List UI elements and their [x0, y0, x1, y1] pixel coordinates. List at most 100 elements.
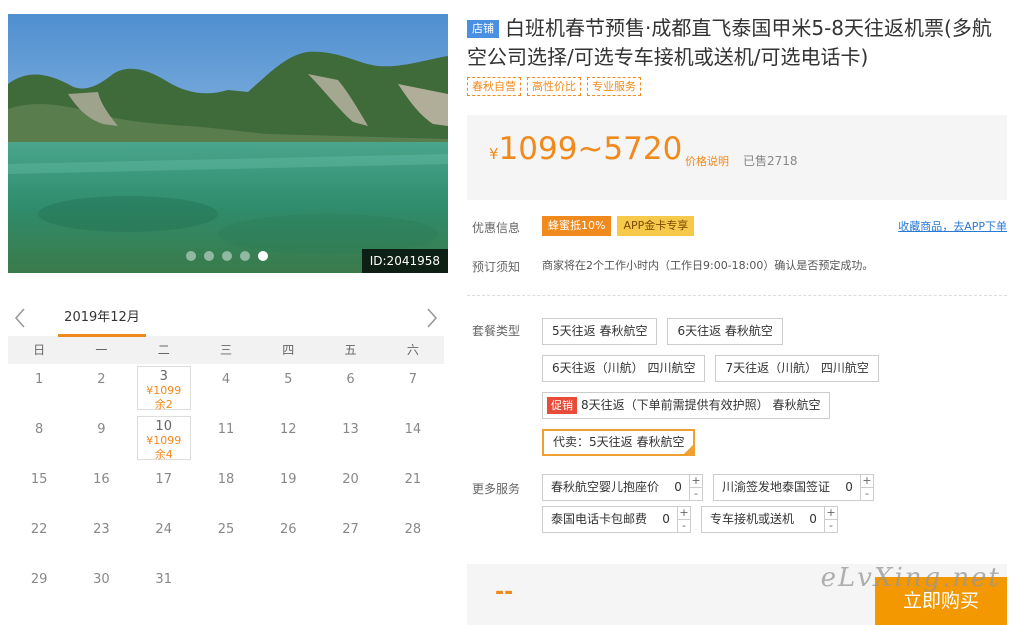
service-stepper: 川渝签发地泰国签证 0 + - — [713, 474, 875, 501]
weekday-label: 三 — [219, 343, 232, 357]
package-option[interactable]: 7天往返（川航） 四川航空 — [715, 355, 879, 382]
carousel-dot[interactable] — [222, 251, 232, 261]
minus-icon[interactable]: - — [861, 487, 874, 500]
day-number: 2 — [97, 372, 106, 387]
calendar-day: 12 — [257, 414, 319, 464]
promo-badge: APP金卡专享 — [617, 216, 695, 236]
weekday-label: 一 — [95, 343, 108, 357]
calendar-day: 6 — [319, 364, 381, 414]
weekday-label: 五 — [344, 343, 357, 357]
day-number: 30 — [93, 572, 110, 587]
calendar-month-tab[interactable]: 2019年12月 — [58, 300, 146, 337]
carousel-dot[interactable] — [204, 251, 214, 261]
minus-icon[interactable]: - — [678, 519, 691, 532]
calendar-day: 31 — [133, 564, 195, 614]
calendar-day: 4 — [195, 364, 257, 414]
price: ¥1099~5720 — [489, 131, 682, 167]
day-number: 19 — [280, 472, 297, 487]
calendar-day-available[interactable]: 3 ¥1099 余2 — [136, 366, 191, 411]
day-number: 16 — [93, 472, 110, 487]
calendar-day-available[interactable]: 10 ¥1099 余4 — [136, 416, 191, 461]
shop-badge: 店铺 — [467, 20, 499, 38]
calendar-day: 11 — [195, 414, 257, 464]
price-box: ¥1099~5720 价格说明 已售2718 — [467, 115, 1007, 200]
package-option[interactable]: 6天往返 春秋航空 — [667, 318, 783, 345]
plus-icon[interactable]: + — [690, 475, 702, 487]
service-options: 春秋航空婴儿抱座价 0 + - 川渝签发地泰国签证 0 + - 泰国电话卡包邮费 0… — [542, 474, 1007, 538]
product-photo[interactable]: ID:2041958 — [8, 14, 448, 273]
service-stepper: 泰国电话卡包邮费 0 + - — [542, 506, 692, 533]
service-name: 川渝签发地泰国签证 — [722, 480, 831, 494]
carousel-dot[interactable] — [186, 251, 196, 261]
service-count[interactable]: 0 — [655, 507, 677, 532]
day-number: 5 — [284, 372, 293, 387]
carousel-dot-active[interactable] — [258, 251, 268, 261]
calendar-weekday-bar: 日 一 二 三 四 五 六 — [8, 336, 444, 364]
promo-badge: 蜂蜜抵10% — [542, 216, 612, 236]
package-option[interactable]: 促销 8天往返（下单前需提供有效护照） 春秋航空 — [542, 392, 831, 419]
image-id-label: ID:2041958 — [361, 249, 448, 273]
weekday-label: 二 — [157, 343, 170, 357]
services-label: 更多服务 — [472, 482, 521, 496]
day-number: 23 — [93, 522, 110, 537]
day-number: 6 — [346, 372, 355, 387]
day-number: 24 — [155, 522, 172, 537]
minus-icon[interactable]: - — [690, 487, 703, 500]
day-number: 26 — [280, 522, 297, 537]
calendar-header: 2019年12月 — [8, 300, 444, 337]
carousel-dots — [186, 251, 268, 261]
day-number: 4 — [221, 372, 231, 387]
calendar-day: 24 — [133, 514, 195, 564]
weekday-label: 日 — [33, 343, 46, 357]
service-count[interactable]: 0 — [667, 475, 689, 500]
plus-icon[interactable]: + — [825, 507, 837, 519]
service-count[interactable]: 0 — [802, 507, 824, 532]
chevron-right-icon[interactable] — [424, 306, 440, 330]
day-number: 29 — [30, 572, 48, 587]
day-remaining: 余2 — [154, 398, 173, 411]
service-count[interactable]: 0 — [838, 475, 860, 500]
day-number: 27 — [342, 522, 359, 537]
calendar-grid: 1 2 3 ¥1099 余2 4 5 6 7 8 9 10 ¥1099 余4 11 12 13 14 15 16 17 1… — [8, 364, 444, 614]
plus-icon[interactable]: + — [678, 507, 690, 519]
calendar-day: 9 — [70, 414, 132, 464]
calendar-day: 19 — [257, 464, 319, 514]
day-number: 13 — [342, 422, 359, 437]
package-option[interactable]: 5天往返 春秋航空 — [542, 318, 658, 345]
product-tag: 春秋自营 — [467, 77, 521, 96]
calendar-day: 14 — [382, 414, 444, 464]
calendar-day: 22 — [8, 514, 70, 564]
calendar-day: 29 — [8, 564, 70, 614]
price-note-link[interactable]: 价格说明 — [685, 153, 729, 169]
calendar-day: 17 — [133, 464, 195, 514]
promo-badges: 蜂蜜抵10% APP金卡专享 — [542, 216, 695, 236]
service-name: 春秋航空婴儿抱座价 — [551, 480, 660, 494]
minus-icon[interactable]: - — [825, 519, 838, 532]
day-price: ¥1099 — [146, 434, 182, 447]
product-tag: 专业服务 — [587, 77, 641, 96]
favorite-link[interactable]: 收藏商品，去APP下单 — [898, 218, 1007, 234]
service-name: 泰国电话卡包邮费 — [551, 512, 648, 526]
date-calendar: 2019年12月 日 一 二 三 四 五 六 1 2 3 ¥1099 余2 4 5 6 7 8 9 1… — [8, 300, 444, 614]
sold-count: 已售2718 — [743, 154, 798, 168]
package-option-selected[interactable]: 代卖：5天往返 春秋航空 — [542, 429, 696, 456]
promo-label: 优惠信息 — [472, 221, 521, 235]
calendar-day: 1 — [8, 364, 70, 414]
plus-icon[interactable]: + — [861, 475, 873, 487]
calendar-day: 16 — [70, 464, 132, 514]
package-option[interactable]: 6天往返（川航） 四川航空 — [542, 355, 706, 382]
day-number: 14 — [404, 422, 422, 437]
day-number: 18 — [217, 472, 235, 487]
chevron-left-icon[interactable] — [12, 306, 28, 330]
day-number: 21 — [404, 472, 422, 487]
day-number: 1 — [35, 372, 44, 387]
calendar-day: 7 — [382, 364, 444, 414]
day-remaining: 余4 — [154, 448, 173, 461]
day-number: 28 — [404, 522, 422, 537]
day-number: 9 — [97, 422, 106, 437]
hot-badge: 促销 — [547, 397, 577, 414]
service-name: 专车接机或送机 — [710, 512, 795, 526]
carousel-dot[interactable] — [240, 251, 250, 261]
package-label: 套餐类型 — [472, 324, 521, 338]
price-currency: ¥ — [489, 145, 499, 163]
